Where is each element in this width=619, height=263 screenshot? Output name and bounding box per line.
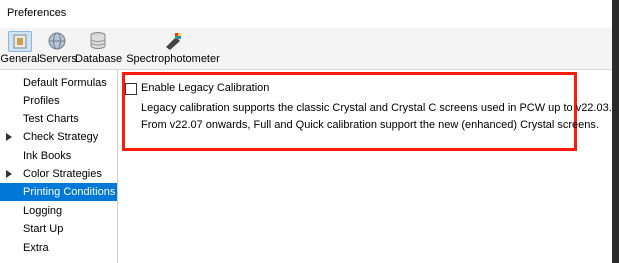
expand-arrow-icon[interactable] — [6, 133, 12, 141]
sidebar-item-label: Start Up — [23, 223, 64, 235]
toolbar-general-button[interactable]: General — [0, 28, 40, 69]
toolbar-general-label: General — [0, 53, 40, 65]
preferences-content: Enable Legacy Calibration Legacy calibra… — [118, 70, 612, 263]
sidebar-item-start-up[interactable]: Start Up — [0, 220, 117, 238]
sidebar-item-label: Default Formulas — [23, 77, 107, 89]
title-bar: Preferences — [0, 0, 612, 29]
enable-legacy-calibration-label[interactable]: Enable Legacy Calibration — [141, 82, 269, 94]
sidebar-item-printing-conditions[interactable]: Printing Conditions — [0, 183, 117, 201]
toolbar-spectrophotometer-label: Spectrophotometer — [126, 53, 220, 65]
expand-arrow-icon[interactable] — [6, 170, 12, 178]
database-icon — [87, 31, 109, 51]
legacy-calibration-description-line-1: Legacy calibration supports the classic … — [141, 102, 612, 114]
sidebar-item-label: Test Charts — [23, 113, 79, 125]
sidebar-item-profiles[interactable]: Profiles — [0, 92, 117, 110]
enable-legacy-calibration-checkbox[interactable] — [125, 83, 137, 95]
sidebar-item-label: Check Strategy — [23, 131, 99, 143]
sidebar-item-default-formulas[interactable]: Default Formulas — [0, 74, 117, 92]
spectrophotometer-icon — [162, 31, 184, 51]
sidebar-item-label: Extra — [23, 242, 49, 254]
window-title: Preferences — [7, 7, 67, 19]
sidebar-item-check-strategy[interactable]: Check Strategy — [0, 128, 117, 146]
sidebar-item-label: Profiles — [23, 95, 60, 107]
toolbar-servers-button[interactable]: Servers — [39, 28, 77, 69]
sidebar-item-label: Color Strategies — [23, 168, 102, 180]
sidebar-item-extra[interactable]: Extra — [0, 239, 117, 257]
toolbar-database-label: Database — [75, 53, 123, 65]
preferences-window: Preferences General Servers Database Spe… — [0, 0, 612, 263]
sidebar-item-test-charts[interactable]: Test Charts — [0, 110, 117, 128]
toolbar-database-button[interactable]: Database — [75, 28, 123, 69]
general-icon — [8, 31, 32, 52]
sidebar-item-label: Ink Books — [23, 150, 72, 162]
sidebar-item-color-strategies[interactable]: Color Strategies — [0, 165, 117, 183]
legacy-calibration-description-line-2: From v22.07 onwards, Full and Quick cali… — [141, 119, 599, 131]
sidebar-item-label: Printing Conditions — [23, 186, 116, 198]
preferences-toolbar: General Servers Database Spectrophotomet… — [0, 28, 612, 70]
toolbar-servers-label: Servers — [39, 53, 77, 65]
preferences-sidebar: Default Formulas Profiles Test Charts Ch… — [0, 70, 118, 263]
sidebar-item-ink-books[interactable]: Ink Books — [0, 147, 117, 165]
toolbar-spectrophotometer-button[interactable]: Spectrophotometer — [121, 28, 225, 69]
sidebar-item-logging[interactable]: Logging — [0, 202, 117, 220]
globe-icon — [46, 31, 68, 51]
sidebar-item-label: Logging — [23, 205, 63, 217]
